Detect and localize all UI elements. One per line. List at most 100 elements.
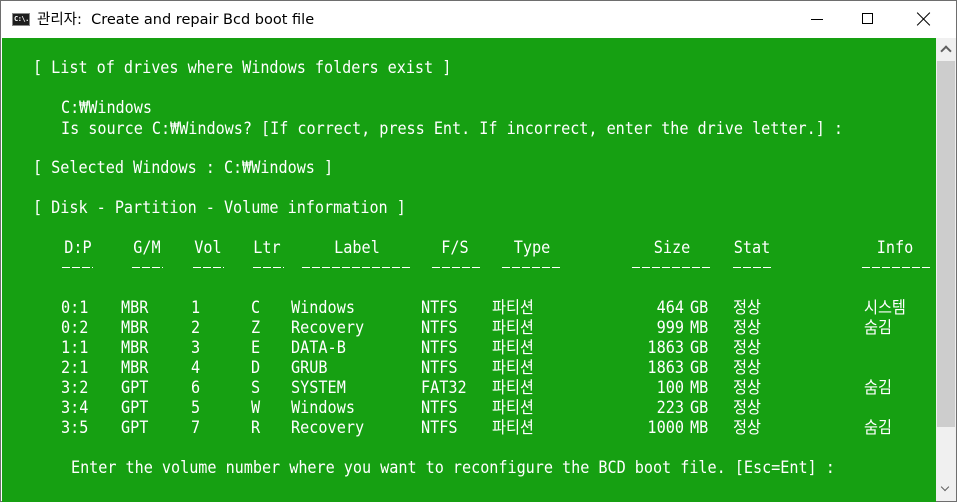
console-output[interactable]: [ List of drives where Windows folders e… (2, 38, 936, 502)
cell-info: 숨김 (864, 318, 892, 337)
cell-size: 1863 (647, 338, 684, 357)
cell-ltr: R (251, 418, 261, 437)
cell-size-unit: GB (690, 298, 709, 317)
cell-stat: 정상 (733, 338, 761, 357)
column-underline (253, 267, 284, 268)
cell-stat: 정상 (733, 318, 761, 337)
cell-label: Recovery (291, 318, 365, 337)
cell-fs: NTFS (421, 298, 458, 317)
column-underline (862, 267, 932, 268)
cell-vol: 2 (191, 318, 201, 337)
cell-gm: MBR (121, 318, 149, 337)
cell-gm: GPT (121, 398, 149, 417)
column-header-vol: Vol (194, 238, 222, 257)
vertical-scrollbar[interactable] (936, 38, 956, 501)
cell-vol: 5 (191, 398, 201, 417)
column-underline (733, 267, 772, 268)
cell-dp: 0:2 (61, 318, 89, 337)
cell-info: 시스템 (864, 298, 906, 317)
cell-ltr: C (251, 298, 261, 317)
column-header-type: Type (513, 238, 551, 257)
found-windows-path: C:₩Windows (61, 98, 152, 117)
cell-size-unit: GB (690, 338, 709, 357)
cell-size: 223 (656, 398, 684, 417)
cell-vol: 4 (191, 358, 201, 377)
cell-size: 1000 (647, 418, 684, 437)
cell-vol: 1 (191, 298, 201, 317)
cell-dp: 3:5 (61, 418, 89, 437)
console-window: C:\. 관리자: Create and repair Bcd boot fil… (0, 0, 957, 502)
column-underline (193, 267, 224, 268)
cell-type: 파티션 (492, 398, 534, 417)
cell-size-unit: MB (690, 318, 709, 337)
cell-stat: 정상 (733, 418, 761, 437)
cell-stat: 정상 (733, 378, 761, 397)
cell-gm: MBR (121, 358, 149, 377)
cell-dp: 0:1 (61, 298, 89, 317)
cmd-icon[interactable]: C:\. (12, 13, 30, 26)
cell-size: 464 (656, 298, 684, 317)
column-header-dp: D:P (64, 238, 92, 257)
cell-ltr: S (251, 378, 261, 397)
cell-dp: 3:2 (61, 378, 89, 397)
cmd-icon-text: C:\. (14, 15, 29, 23)
cell-vol: 6 (191, 378, 201, 397)
selected-windows: [ Selected Windows : C:₩Windows ] (33, 158, 334, 177)
drives-header: [ List of drives where Windows folders e… (33, 58, 452, 77)
column-underline (62, 267, 93, 268)
cell-type: 파티션 (492, 358, 534, 377)
cell-label: DATA-B (291, 338, 346, 357)
cell-type: 파티션 (492, 378, 534, 397)
cell-label: SYSTEM (291, 378, 346, 397)
scroll-down-arrow-icon[interactable] (936, 481, 956, 501)
cell-fs: NTFS (421, 318, 458, 337)
cell-gm: MBR (121, 298, 149, 317)
cell-fs: NTFS (421, 338, 458, 357)
cell-type: 파티션 (492, 418, 534, 437)
column-underline (502, 267, 562, 268)
cell-vol: 7 (191, 418, 201, 437)
column-header-size: Size (653, 238, 691, 257)
cell-label: Windows (291, 398, 355, 417)
cell-type: 파티션 (492, 338, 534, 357)
scroll-up-arrow-icon[interactable] (936, 38, 956, 58)
volume-prompt[interactable]: Enter the volume number where you want t… (71, 458, 835, 478)
cell-fs: FAT32 (421, 378, 467, 397)
cell-dp: 3:4 (61, 398, 89, 417)
close-button[interactable] (901, 1, 947, 38)
cell-stat: 정상 (733, 398, 761, 417)
column-header-ltr: Ltr (253, 238, 281, 257)
maximize-button[interactable] (846, 1, 892, 38)
cell-gm: MBR (121, 338, 149, 357)
cell-size: 100 (656, 378, 684, 397)
source-prompt: Is source C:₩Windows? [If correct, press… (61, 119, 844, 138)
cell-gm: GPT (121, 378, 149, 397)
cell-info: 숨김 (864, 418, 892, 437)
scrollbar-thumb[interactable] (937, 61, 955, 427)
cell-label: Recovery (291, 418, 365, 437)
minimize-button[interactable] (794, 1, 840, 38)
column-header-gm: G/M (133, 238, 161, 257)
disk-info-header: [ Disk - Partition - Volume information … (33, 198, 406, 217)
close-icon (917, 12, 931, 26)
cell-label: GRUB (291, 358, 328, 377)
cell-size-unit: GB (690, 398, 709, 417)
cell-ltr: Z (251, 318, 261, 337)
cell-ltr: W (251, 398, 261, 417)
cell-type: 파티션 (492, 318, 534, 337)
column-header-stat: Stat (733, 238, 771, 257)
cell-fs: NTFS (421, 418, 458, 437)
column-underline (132, 267, 163, 268)
column-header-fs: F/S (441, 238, 469, 257)
column-underline (632, 267, 712, 268)
column-underline (432, 267, 482, 268)
cell-ltr: D (251, 358, 261, 377)
cell-label: Windows (291, 298, 355, 317)
cell-stat: 정상 (733, 358, 761, 377)
cell-fs: NTFS (421, 398, 458, 417)
column-header-label: Label (334, 238, 380, 257)
cell-fs: NTFS (421, 358, 458, 377)
column-header-info: Info (876, 238, 914, 257)
cell-type: 파티션 (492, 298, 534, 317)
title-bar[interactable]: C:\. 관리자: Create and repair Bcd boot fil… (1, 1, 956, 38)
